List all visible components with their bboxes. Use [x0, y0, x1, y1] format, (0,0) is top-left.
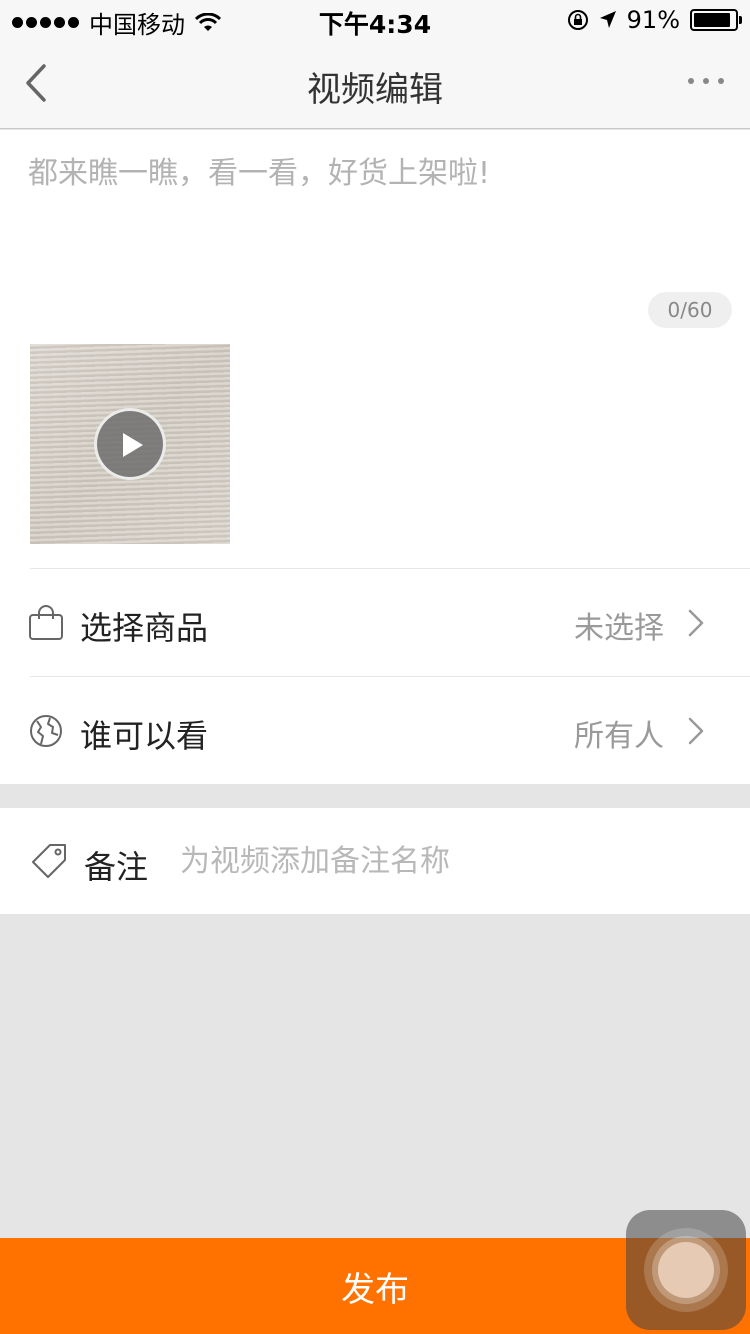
battery-percent: 91% — [626, 6, 680, 34]
battery-icon — [690, 9, 742, 31]
tag-icon — [32, 844, 66, 878]
note-label: 备注 — [84, 848, 149, 886]
select-product-row[interactable]: 选择商品 未选择 — [0, 569, 750, 676]
globe-icon — [30, 715, 62, 747]
chevron-right-icon — [688, 717, 704, 745]
chevron-right-icon — [688, 609, 704, 637]
location-arrow-icon — [599, 11, 616, 28]
shopping-bag-icon — [29, 605, 63, 640]
note-section: 备注 — [0, 808, 750, 914]
assistive-touch-button[interactable] — [626, 1210, 746, 1330]
play-button[interactable] — [94, 408, 166, 480]
visibility-row[interactable]: 谁可以看 所有人 — [0, 677, 750, 784]
description-section: 都来瞧一瞧，看一看，好货上架啦! 0/60 — [0, 130, 750, 568]
select-product-label: 选择商品 — [80, 609, 209, 647]
description-input[interactable]: 都来瞧一瞧，看一看，好货上架啦! — [28, 148, 490, 192]
character-counter: 0/60 — [648, 292, 732, 328]
more-options-icon[interactable] — [688, 78, 724, 84]
select-product-value: 未选择 — [574, 611, 664, 646]
play-icon — [123, 433, 143, 457]
rotation-lock-icon — [567, 10, 588, 30]
status-bar: 中国移动 下午4:34 91% — [0, 0, 750, 40]
page-title: 视频编辑 — [307, 70, 443, 110]
visibility-label: 谁可以看 — [80, 717, 209, 755]
video-thumbnail[interactable] — [30, 344, 230, 544]
note-input[interactable] — [180, 836, 700, 886]
options-list: 选择商品 未选择 谁可以看 所有人 — [0, 568, 750, 784]
visibility-value: 所有人 — [574, 719, 664, 754]
navigation-bar: 视频编辑 — [0, 40, 750, 129]
